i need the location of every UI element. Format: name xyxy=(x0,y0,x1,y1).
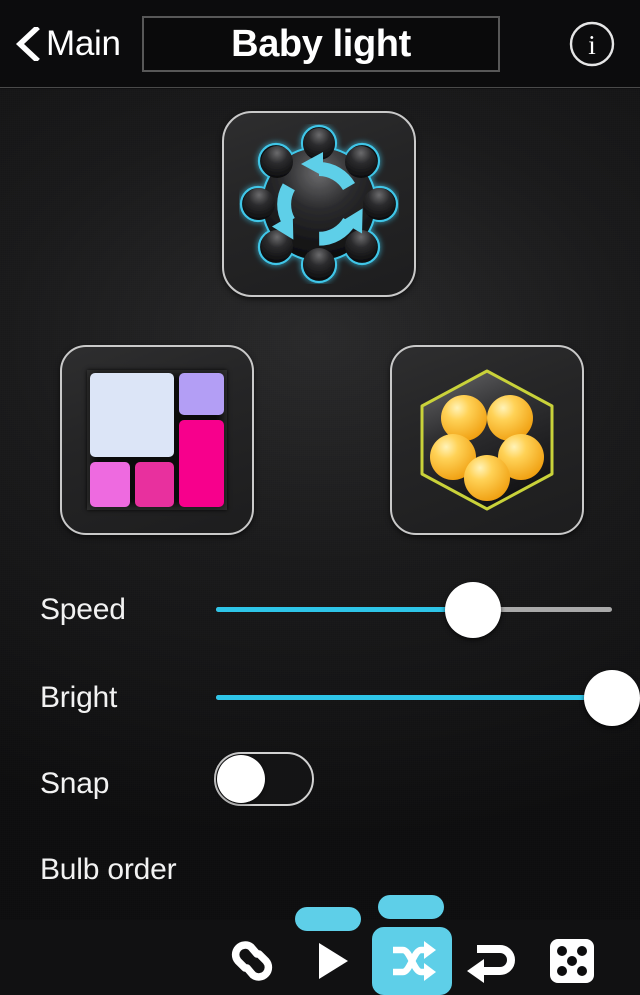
dice-five-icon xyxy=(550,939,594,983)
bulb-group-card[interactable] xyxy=(390,345,584,535)
swatch-orchid xyxy=(90,462,130,507)
bulb-order-options xyxy=(212,927,612,995)
effect-preset-card[interactable] xyxy=(222,111,416,297)
swatch-pale-blue xyxy=(90,373,174,457)
gear-cycle-icon xyxy=(239,124,399,284)
chevron-left-icon xyxy=(15,27,40,61)
bright-label: Bright xyxy=(40,681,118,714)
next-row-peek-right[interactable] xyxy=(378,895,444,919)
bulb-order-option-bounce[interactable] xyxy=(452,927,532,995)
snap-label: Snap xyxy=(40,767,110,800)
shuffle-icon xyxy=(393,941,436,981)
bright-slider[interactable] xyxy=(216,669,640,726)
svg-text:i: i xyxy=(588,30,596,60)
bulb-order-option-shuffle[interactable] xyxy=(372,927,452,995)
snap-toggle[interactable] xyxy=(214,752,314,806)
speed-label: Speed xyxy=(40,593,126,626)
app-header: Main Baby light i xyxy=(0,0,640,88)
bulb-order-option-random[interactable] xyxy=(532,927,612,995)
color-palette-card[interactable] xyxy=(60,345,254,535)
u-turn-arrow-icon xyxy=(467,945,515,983)
hexagon-five-bulbs-icon xyxy=(420,369,554,511)
speed-slider-fill xyxy=(216,607,474,612)
bright-slider-fill xyxy=(216,695,612,700)
swatch-hot-pink xyxy=(179,420,224,507)
play-triangle-icon xyxy=(319,943,348,979)
bulb-order-option-link[interactable] xyxy=(212,927,292,995)
speed-slider[interactable] xyxy=(216,581,612,638)
bright-slider-thumb[interactable] xyxy=(584,669,640,726)
page-title-box: Baby light xyxy=(142,16,500,72)
bulb-order-label: Bulb order xyxy=(40,853,177,886)
speed-slider-thumb[interactable] xyxy=(445,581,502,638)
chain-link-icon xyxy=(231,941,273,981)
back-button-label: Main xyxy=(46,24,121,63)
main-content: Speed Bright Snap Bulb order xyxy=(0,89,640,995)
snap-toggle-knob xyxy=(217,755,265,803)
color-swatch-grid-icon xyxy=(87,370,227,510)
next-row-peek-left[interactable] xyxy=(295,907,361,931)
info-circle-icon[interactable]: i xyxy=(568,20,616,68)
swatch-deep-pink xyxy=(135,462,174,507)
page-title: Baby light xyxy=(231,22,411,65)
swatch-light-purple xyxy=(179,373,224,415)
back-button[interactable]: Main xyxy=(14,16,121,72)
bulb-order-option-forward[interactable] xyxy=(292,927,372,995)
